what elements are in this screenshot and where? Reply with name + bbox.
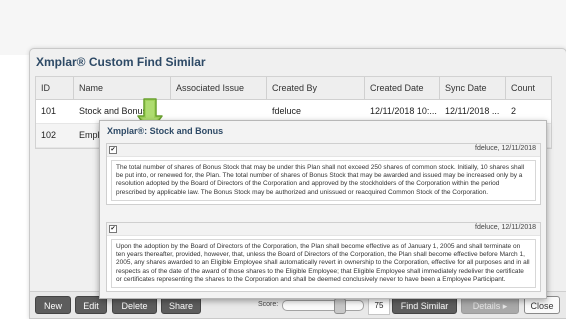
select-checkbox[interactable]: ✔ — [109, 225, 117, 233]
item-meta: fdeluce, 12/11/2018 — [475, 224, 536, 231]
item-meta: fdeluce, 12/11/2018 — [475, 145, 536, 152]
score-slider[interactable] — [282, 298, 364, 314]
similar-item-card: ✔ fdeluce, 12/11/2018 Upon the adoption … — [106, 222, 541, 293]
column-header-created-date[interactable]: Created Date — [365, 77, 440, 99]
column-header-id[interactable]: ID — [36, 77, 74, 99]
cell-id: 101 — [41, 106, 57, 116]
column-header-associated-issue[interactable]: Associated Issue — [171, 77, 267, 99]
select-checkbox[interactable]: ✔ — [109, 146, 117, 154]
cell-id: 102 — [41, 130, 57, 140]
column-header-name[interactable]: Name — [74, 77, 171, 99]
card-header: ✔ fdeluce, 12/11/2018 — [107, 144, 540, 157]
card-header: ✔ fdeluce, 12/11/2018 — [107, 223, 540, 236]
new-button[interactable]: New — [35, 296, 71, 314]
table-header: ID Name Associated Issue Created By Crea… — [36, 77, 551, 100]
score-label: Score: — [258, 301, 279, 308]
item-text: The total number of shares of Bonus Stoc… — [111, 160, 536, 201]
popup-title: Xmplar®: Stock and Bonus — [107, 126, 224, 136]
column-header-count[interactable]: Count — [506, 77, 551, 99]
score-slider-thumb[interactable] — [334, 298, 346, 314]
column-header-sync-date[interactable]: Sync Date — [440, 77, 506, 99]
similar-items-popup: Xmplar®: Stock and Bonus ✔ fdeluce, 12/1… — [99, 120, 547, 299]
column-header-created-by[interactable]: Created By — [267, 77, 365, 99]
dialog-title: Xmplar® Custom Find Similar — [36, 55, 206, 69]
page-background — [0, 0, 566, 55]
item-text: Upon the adoption by the Board of Direct… — [111, 239, 536, 289]
similar-item-card: ✔ fdeluce, 12/11/2018 The total number o… — [106, 143, 541, 205]
